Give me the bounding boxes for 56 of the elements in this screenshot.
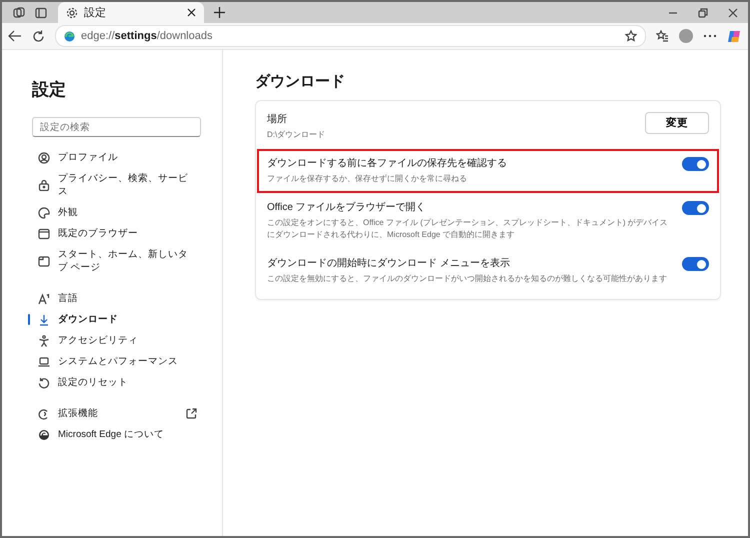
close-icon[interactable] (728, 8, 738, 18)
browser-window-icon (38, 228, 50, 240)
profile-icon (38, 152, 50, 164)
nav-item[interactable]: アクセシビリティ (32, 330, 197, 351)
setting-description: ファイルを保存するか、保存せずに開くかを常に尋ねる (267, 173, 468, 185)
download-path: D:\ダウンロード (267, 129, 326, 141)
back-icon[interactable] (8, 30, 22, 42)
setting-description: この設定をオンにすると、Office ファイル (プレゼンテーション、スプレッドシート、ドキュメント) がデバイスにダウンロードされる代わりに、Microsoft Edge で自動的に開きます (267, 217, 669, 241)
change-button[interactable]: 変更 (645, 112, 709, 134)
toggle-switch[interactable] (682, 157, 709, 171)
browser-logo-icon (64, 30, 75, 42)
language-icon (38, 292, 50, 304)
setting-title: ダウンロードの開始時にダウンロード メニューを表示 (267, 256, 511, 270)
location-label: 場所 (267, 112, 288, 126)
new-tab-page-icon (38, 255, 50, 267)
new-tab-icon[interactable] (214, 7, 224, 18)
browser-logo-icon (38, 428, 50, 440)
more-icon[interactable] (703, 34, 717, 38)
nav-item[interactable]: 設定のリセット (32, 372, 197, 393)
nav-item[interactable]: プロファイル (32, 147, 197, 168)
setting-description: この設定を無効にすると、ファイルのダウンロードがいつ開始されるかを知るのが難しくなる可能性があります (267, 273, 668, 285)
refresh-icon[interactable] (32, 30, 45, 42)
nav-item[interactable]: プライバシー、検索、サービス (32, 168, 197, 202)
accessibility-icon (38, 334, 50, 346)
profile-avatar[interactable] (679, 29, 693, 43)
setting-title: ダウンロードする前に各ファイルの保存先を確認する (267, 156, 508, 170)
nav-item[interactable]: 言語 (32, 288, 197, 309)
nav-item[interactable]: 拡張機能 (32, 403, 197, 424)
palette-icon (38, 206, 50, 218)
favorites-icon[interactable] (656, 30, 669, 42)
download-icon (38, 314, 50, 326)
lock-icon (38, 179, 50, 191)
url-text: edge://settings/downloads (81, 30, 214, 42)
nav-item[interactable]: Microsoft Edge について (32, 424, 197, 445)
nav-item[interactable]: システムとパフォーマンス (32, 351, 197, 372)
browser-tab[interactable]: 設定 (58, 2, 204, 23)
gear-icon (66, 6, 78, 18)
nav-item[interactable]: スタート、ホーム、新しいタブ ページ (32, 244, 197, 278)
reset-icon (38, 376, 50, 388)
tab-title: 設定 (84, 6, 107, 20)
nav-item[interactable]: ダウンロード (32, 309, 197, 330)
favorite-star-icon[interactable] (625, 30, 637, 42)
address-bar[interactable]: edge://settings/downloads (55, 25, 646, 47)
laptop-icon (38, 356, 50, 368)
restore-icon[interactable] (698, 8, 708, 18)
section-title: ダウンロード (255, 72, 346, 91)
nav-item[interactable]: 外観 (32, 202, 197, 223)
page-title: 設定 (32, 79, 67, 101)
close-icon[interactable] (187, 8, 196, 17)
setting-title: Office ファイルをブラウザーで開く (267, 200, 427, 214)
nav-item[interactable]: 既定のブラウザー (32, 223, 197, 244)
tab-actions-icon (35, 6, 47, 18)
search-field[interactable]: 設定の検索 (32, 117, 201, 137)
toggle-switch[interactable] (682, 257, 709, 271)
toggle-switch[interactable] (682, 201, 709, 215)
workspaces-icon (13, 6, 25, 18)
